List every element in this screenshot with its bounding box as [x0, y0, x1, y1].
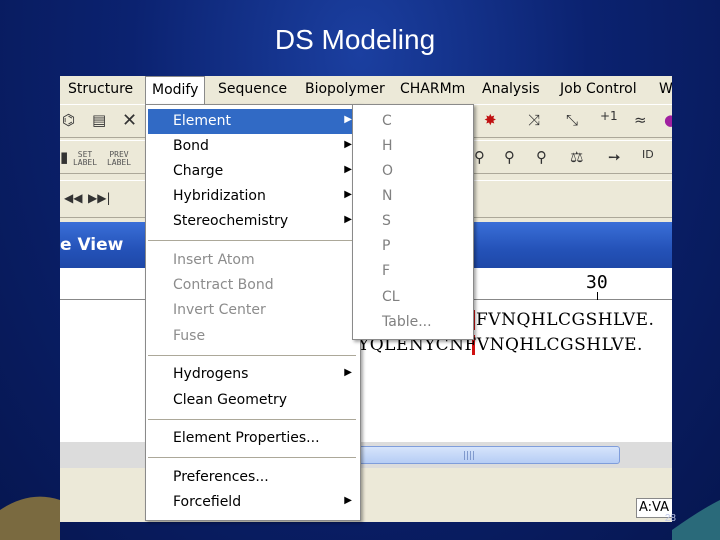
menu-analysis[interactable]: Analysis: [482, 81, 540, 97]
view-panel-title: e View: [60, 235, 124, 255]
modify-menu: Element ▶ Bond ▶ Charge ▶ Hybridization …: [145, 104, 361, 521]
menu-job-control[interactable]: Job Control: [560, 81, 637, 97]
element-item-table[interactable]: Table...: [355, 310, 471, 335]
submenu-arrow-icon: ▶: [344, 139, 352, 150]
scroll-grip-icon: ||||: [463, 451, 476, 461]
rotate-icon[interactable]: ⤨: [528, 111, 540, 129]
element-item-s[interactable]: S: [355, 209, 471, 234]
menu-biopolymer[interactable]: Biopolymer: [305, 81, 385, 97]
menu-item-insert-atom: Insert Atom: [173, 252, 255, 268]
menu-item-stereochemistry[interactable]: Stereochemistry ▶: [148, 209, 358, 234]
menu-item-label: Stereochemistry: [173, 213, 289, 229]
menu-item-label: Bond: [173, 138, 209, 154]
dot-icon[interactable]: ●: [664, 111, 672, 129]
menu-item-contract-bond: Contract Bond: [173, 277, 274, 293]
menu-item-hybridization[interactable]: Hybridization ▶: [148, 184, 358, 209]
menu-sequence[interactable]: Sequence: [218, 81, 287, 97]
menu-separator: [148, 419, 356, 420]
arrow-tool-icon[interactable]: ➙: [608, 148, 621, 166]
menu-item-invert-center: Invert Center: [173, 302, 266, 318]
menu-window[interactable]: W: [659, 81, 672, 97]
set-label-bottom: LABEL: [72, 158, 98, 167]
submenu-arrow-icon: ▶: [344, 114, 352, 125]
prev-label-button[interactable]: PREV LABEL: [104, 151, 134, 167]
menu-item-label: Charge: [173, 163, 224, 179]
menu-structure[interactable]: Structure: [68, 81, 133, 97]
ruler-position: 30: [586, 272, 608, 293]
menu-item-hydrogens[interactable]: Hydrogens ▶: [148, 362, 358, 387]
zoom-icon[interactable]: ⚲: [474, 148, 485, 166]
set-label-button[interactable]: SET LABEL: [70, 151, 100, 167]
menu-item-element[interactable]: Element ▶: [148, 109, 358, 134]
zoom-distance-icon[interactable]: ⚲: [536, 148, 547, 166]
menu-item-label: Element: [173, 113, 231, 129]
element-item-c[interactable]: C: [355, 109, 471, 134]
submenu-arrow-icon: ▶: [344, 367, 352, 378]
element-item-f[interactable]: F: [355, 259, 471, 284]
prev-icon[interactable]: ◀◀: [64, 191, 82, 205]
element-item-h[interactable]: H: [355, 134, 471, 159]
submenu-arrow-icon: ▶: [344, 164, 352, 175]
molecule-icon[interactable]: ⌬: [62, 111, 75, 129]
slide-title: DS Modeling: [274, 24, 436, 55]
toolbar-handle-icon: ▮: [60, 148, 69, 166]
sequence-line-1[interactable]: FVNQHLCGSHLVE.: [476, 310, 654, 330]
menu-item-clean-geometry[interactable]: Clean Geometry: [148, 388, 358, 413]
element-item-o[interactable]: O: [355, 159, 471, 184]
ruler-tick: [597, 292, 598, 300]
menu-separator: [148, 457, 356, 458]
measure-icon[interactable]: ⚖: [570, 148, 583, 166]
menu-modify[interactable]: Modify: [145, 76, 206, 104]
menu-bar: Structure Modify Sequence Biopolymer CHA…: [60, 76, 672, 104]
zoom-select-icon[interactable]: ⚲: [504, 148, 515, 166]
element-submenu: C H O N S P F CL Table...: [352, 104, 474, 340]
menu-item-label: Hybridization: [173, 188, 266, 204]
last-icon[interactable]: ▶▶|: [88, 191, 111, 205]
landscape-decoration: [0, 496, 720, 540]
submenu-arrow-icon: ▶: [344, 189, 352, 200]
menu-item-label: Hydrogens: [173, 366, 249, 382]
element-item-cl[interactable]: CL: [355, 285, 471, 310]
slide-number: 28: [664, 513, 676, 524]
menu-separator: [148, 355, 356, 356]
delete-icon[interactable]: ✕: [122, 110, 137, 131]
menu-separator: [148, 240, 356, 241]
element-item-n[interactable]: N: [355, 184, 471, 209]
prev-label-bottom: LABEL: [106, 158, 132, 167]
menu-item-fuse: Fuse: [173, 328, 206, 344]
atom-icon[interactable]: ✸: [484, 111, 497, 129]
wave-icon[interactable]: ≈: [634, 111, 647, 129]
id-icon[interactable]: ID: [642, 148, 654, 161]
notes-icon[interactable]: ▤: [92, 111, 106, 129]
scrollbar-thumb[interactable]: ||||: [320, 446, 620, 464]
menu-item-element-properties[interactable]: Element Properties...: [148, 426, 358, 451]
menu-item-bond[interactable]: Bond ▶: [148, 134, 358, 159]
submenu-arrow-icon: ▶: [344, 214, 352, 225]
element-item-p[interactable]: P: [355, 234, 471, 259]
bond-icon[interactable]: ⤡: [566, 111, 578, 129]
add-one-icon[interactable]: +1: [600, 109, 618, 123]
menu-charmm[interactable]: CHARMm: [400, 81, 465, 97]
menu-item-charge[interactable]: Charge ▶: [148, 159, 358, 184]
